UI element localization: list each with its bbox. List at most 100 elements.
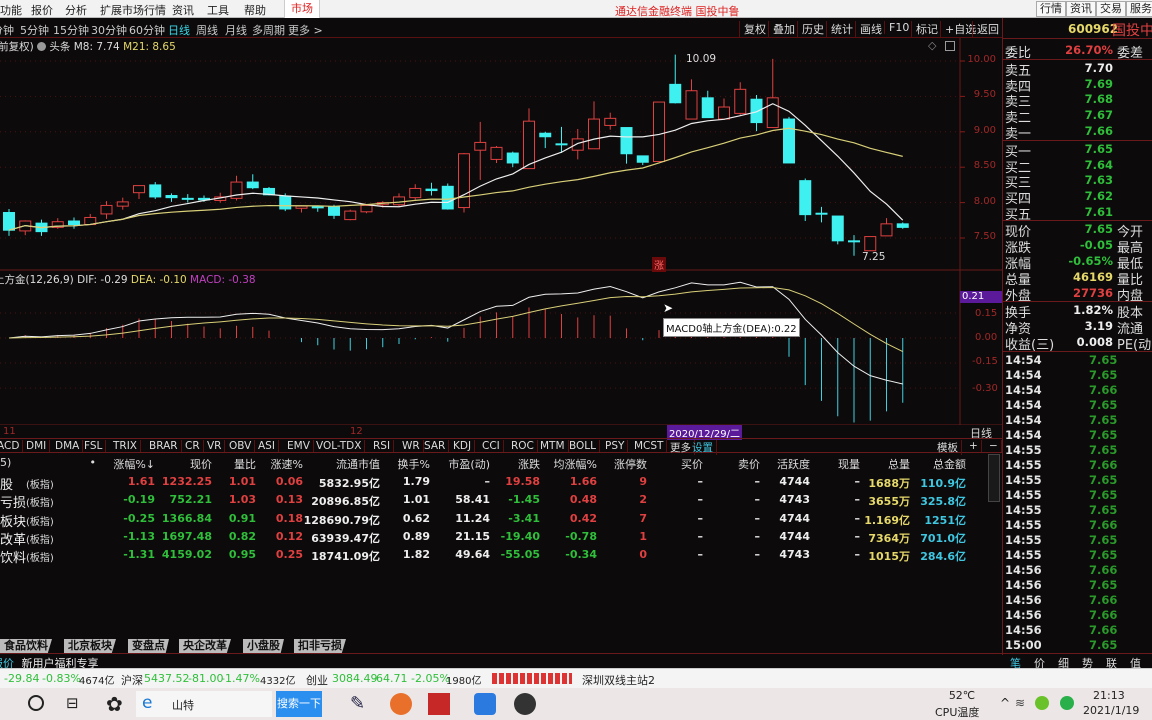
column-header[interactable]: 总金额 bbox=[886, 456, 966, 472]
candle bbox=[669, 54, 682, 104]
candle bbox=[68, 217, 80, 229]
search-button[interactable]: 搜索一下 bbox=[276, 691, 322, 717]
indicator-tab[interactable]: BRAR bbox=[146, 440, 182, 452]
candle bbox=[344, 209, 357, 221]
indicator-tab[interactable]: ASI bbox=[255, 440, 279, 452]
kline-chart[interactable] bbox=[0, 0, 1002, 425]
indicator-tab[interactable]: MTM bbox=[537, 440, 569, 452]
fund-row: 净资 3.19 流通 bbox=[1005, 319, 1144, 337]
tick-row: 14:55 7.65 bbox=[1005, 548, 1118, 562]
indicator-tab[interactable]: RSI bbox=[370, 440, 395, 452]
ie-icon: e bbox=[142, 693, 153, 713]
indicator-tab[interactable]: VR bbox=[204, 440, 226, 452]
candle-body bbox=[490, 146, 503, 160]
obs-icon[interactable] bbox=[514, 693, 536, 715]
candle bbox=[100, 201, 113, 219]
tdx-icon[interactable] bbox=[428, 693, 450, 715]
candle bbox=[571, 128, 584, 160]
table-row[interactable]: 板块 (板指) -0.25 1366.84 0.91 0.18 128690.79亿 0.62… bbox=[0, 511, 990, 530]
table-scrollbar[interactable] bbox=[988, 454, 1000, 502]
indicator-tab[interactable]: VOL-TDX bbox=[313, 440, 366, 452]
indicator-tab[interactable]: FSL bbox=[81, 440, 107, 452]
candle bbox=[766, 58, 779, 129]
top-trade-button[interactable]: 交易 bbox=[1096, 1, 1126, 17]
top-news-button[interactable]: 资讯 bbox=[1066, 1, 1096, 17]
candle-body bbox=[344, 210, 357, 221]
right-tabs: 笔价细势联值 bbox=[1002, 653, 1152, 670]
indicator-tab[interactable]: 设置 bbox=[689, 440, 717, 455]
task-view-icon[interactable]: ⊟ bbox=[66, 694, 79, 712]
top-quote-button[interactable]: 行情 bbox=[1036, 1, 1066, 17]
candle-body bbox=[588, 118, 600, 150]
stat-row: 涨跌 -0.05 最高 bbox=[1005, 238, 1144, 256]
table-row[interactable]: 饮料 (板指) -1.31 4159.02 0.95 0.25 18741.09亿 1.82 4… bbox=[0, 547, 990, 566]
indicator-tab[interactable]: BOLL bbox=[566, 440, 600, 452]
sheet-tab[interactable]: 小盘股 bbox=[243, 639, 284, 653]
column-header[interactable]: 涨速% bbox=[223, 456, 303, 472]
dif-value: DIF: -0.29 bbox=[77, 274, 128, 286]
macd-axis-m030: -0.30 bbox=[972, 383, 998, 394]
pen-icon[interactable]: ✎ bbox=[350, 693, 372, 715]
fund-row: 收益(三)0.008PE(动) bbox=[1005, 335, 1152, 353]
sheet-tab[interactable]: 变盘点 bbox=[128, 639, 169, 653]
candle bbox=[701, 90, 714, 119]
candle bbox=[425, 182, 438, 196]
table-row[interactable]: 改革 (板指) -1.13 1697.48 0.82 0.12 63939.47亿 0.89 2… bbox=[0, 529, 990, 548]
indicator-tab[interactable]: KDJ bbox=[450, 440, 476, 452]
indicator-tab[interactable]: PSY bbox=[602, 440, 629, 452]
high-price-label: 10.09 bbox=[686, 53, 717, 65]
column-header[interactable]: 5) bbox=[0, 456, 11, 469]
candle bbox=[588, 101, 600, 150]
template-button[interactable]: 模板 bbox=[934, 440, 962, 455]
wps-icon[interactable] bbox=[474, 693, 496, 715]
candle-body bbox=[458, 153, 470, 209]
candle bbox=[831, 215, 844, 245]
candle-body bbox=[506, 152, 519, 164]
candle bbox=[3, 208, 15, 236]
indicator-tab[interactable]: DMI bbox=[23, 440, 51, 452]
sheet-tab[interactable]: 食品饮料 bbox=[0, 639, 52, 653]
indicator-tab[interactable]: MCST bbox=[631, 440, 668, 452]
candle bbox=[393, 193, 405, 207]
table-row[interactable]: 股 (板指) 1.61 1232.25 1.01 0.06 5832.95亿 1.79–19.… bbox=[0, 474, 990, 493]
candle bbox=[685, 79, 698, 120]
indicator-tab[interactable]: DMA bbox=[52, 440, 84, 452]
add-panel-button[interactable]: + bbox=[966, 440, 982, 452]
cortana-icon[interactable] bbox=[28, 695, 44, 711]
indicator-tab[interactable]: CCI bbox=[479, 440, 504, 452]
candle bbox=[783, 116, 795, 164]
table-row[interactable]: 亏损 (板指) -0.19 752.21 1.03 0.13 20896.85亿 1.01 58… bbox=[0, 492, 990, 511]
browser-icon[interactable] bbox=[390, 693, 412, 715]
indicator-tab[interactable]: SAR bbox=[421, 440, 450, 452]
wifi-icon[interactable]: ≋ bbox=[1015, 696, 1025, 710]
indicator-tab[interactable]: OBV bbox=[226, 440, 256, 452]
tick-row: 14:55 7.65 bbox=[1005, 443, 1118, 457]
app-icon[interactable]: ✿ bbox=[106, 692, 123, 716]
candle-body bbox=[181, 197, 194, 200]
tick-row: 15:00 7.65 bbox=[1005, 638, 1118, 652]
update-icon[interactable] bbox=[1035, 696, 1049, 710]
candle bbox=[295, 205, 308, 213]
server-name[interactable]: 深圳双线主站2 bbox=[582, 672, 655, 688]
tick-row: 14:55 7.66 bbox=[1005, 458, 1118, 472]
search-box[interactable]: e 山特 bbox=[136, 691, 272, 717]
indicator-tab[interactable]: TRIX bbox=[110, 440, 141, 452]
indicator-tab[interactable]: WR bbox=[399, 440, 424, 452]
sheet-tab[interactable]: 扣非亏损 bbox=[294, 639, 346, 653]
indicator-tab[interactable]: ACD bbox=[0, 440, 24, 452]
remove-panel-button[interactable]: − bbox=[986, 440, 1002, 452]
sogou-icon[interactable] bbox=[1060, 696, 1074, 710]
indicator-tab[interactable]: ROC bbox=[508, 440, 538, 452]
indicator-tab[interactable]: CR bbox=[182, 440, 204, 452]
tick-row: 14:56 7.66 bbox=[1005, 608, 1118, 622]
macd-label: 上方金(12,26,9) bbox=[0, 274, 74, 286]
top-service-button[interactable]: 服务 bbox=[1126, 1, 1152, 17]
candle bbox=[523, 108, 535, 170]
tray-expand-icon[interactable]: ^ bbox=[1000, 696, 1010, 710]
indicator-tab[interactable]: EMV bbox=[284, 440, 314, 452]
candle bbox=[815, 206, 828, 223]
candle bbox=[880, 218, 893, 237]
sheet-tab[interactable]: 北京板块 bbox=[64, 639, 116, 653]
table-cell: 110.9亿 bbox=[920, 477, 966, 490]
sheet-tab[interactable]: 央企改革 bbox=[179, 639, 231, 653]
